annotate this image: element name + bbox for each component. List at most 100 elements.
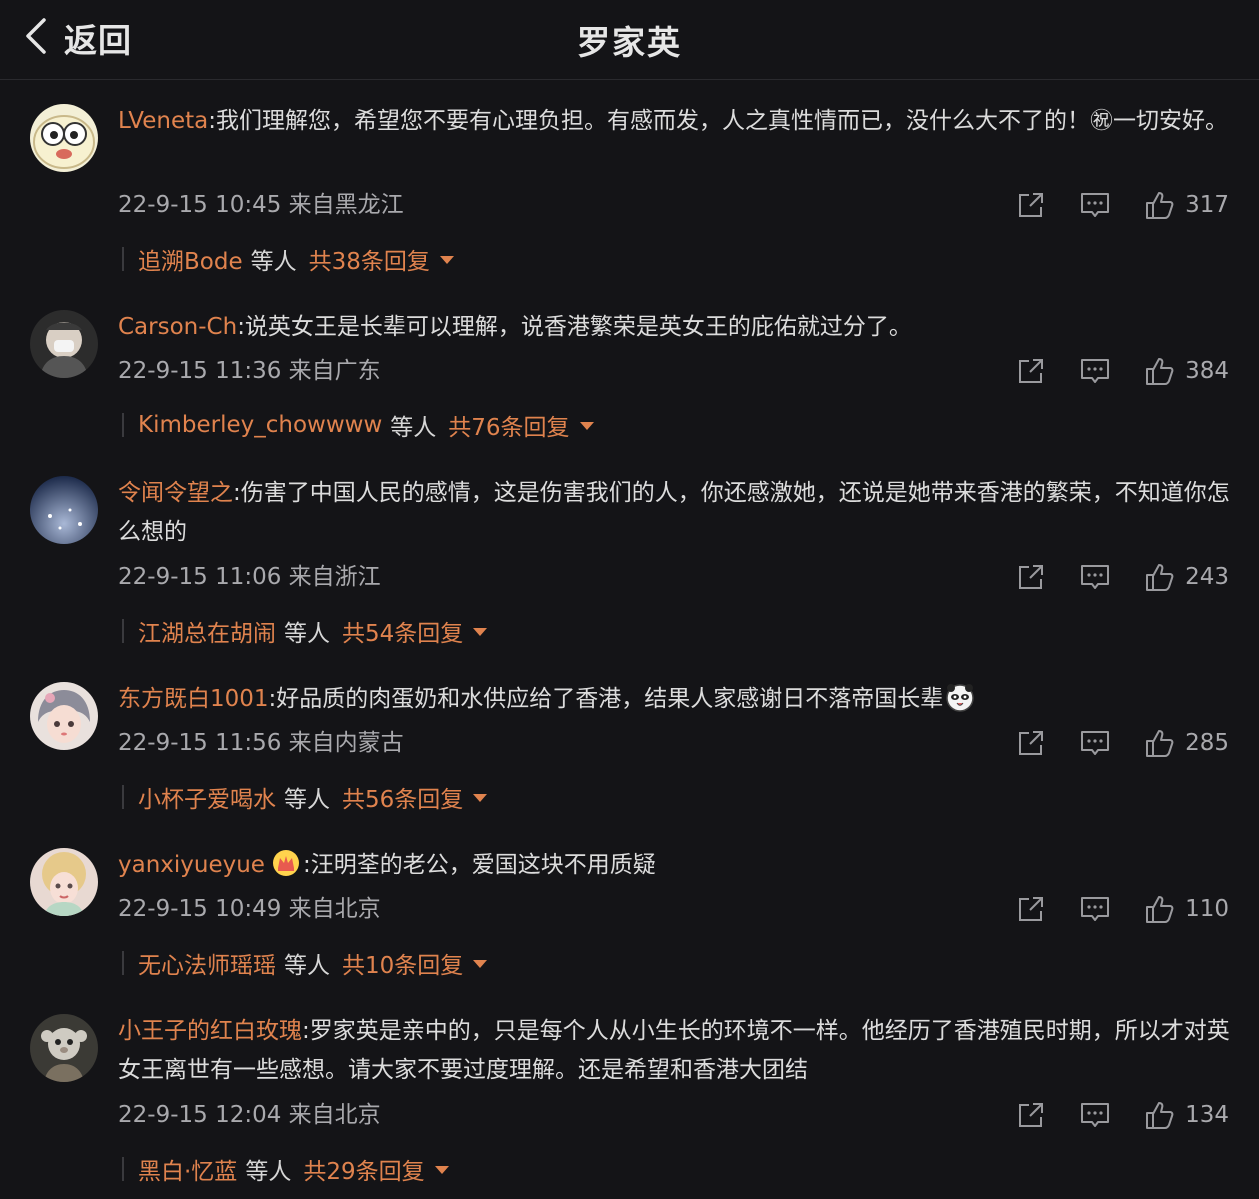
divider — [122, 785, 124, 809]
comment-meta: 22-9-15 11:36 来自广东 — [118, 356, 381, 386]
comment-time: 22-9-15 12:04 — [118, 1102, 282, 1128]
comment-meta: 22-9-15 10:49 来自北京 — [118, 894, 381, 924]
comment-text: LVeneta:我们理解您，希望您不要有心理负担。有感而发，人之真性情而已，没什… — [118, 102, 1233, 141]
share-icon[interactable] — [1015, 561, 1047, 593]
share-icon[interactable] — [1015, 727, 1047, 759]
comment-username[interactable]: 小王子的红白玫瑰 — [118, 1018, 302, 1044]
avatar[interactable] — [30, 682, 98, 750]
divider — [122, 413, 124, 437]
thumbs-up-icon[interactable] — [1143, 1099, 1175, 1131]
reply-count-link[interactable]: 共76条回复 — [448, 408, 569, 442]
reply-username[interactable]: 黑白·忆蓝 — [138, 1152, 237, 1186]
comment-icon[interactable] — [1079, 893, 1111, 925]
comment-text: 东方既白1001:好品质的肉蛋奶和水供应给了香港，结果人家感谢日不落帝国长辈 — [118, 680, 1233, 719]
reply-count-link[interactable]: 共56条回复 — [342, 780, 463, 814]
reply-summary[interactable]: 追溯Bode 等人 共38条回复 — [122, 242, 454, 276]
like-count: 134 — [1185, 1102, 1229, 1128]
avatar[interactable] — [30, 1014, 98, 1082]
share-icon[interactable] — [1015, 355, 1047, 387]
reply-username[interactable]: 无心法师瑶瑶 — [138, 946, 276, 980]
caret-down-icon[interactable] — [473, 960, 488, 968]
reply-username[interactable]: 江湖总在胡闹 — [138, 614, 276, 648]
comment-username[interactable]: Carson-Ch — [118, 314, 237, 340]
comment-actions: 285 — [1015, 726, 1229, 760]
thumbs-up-icon[interactable] — [1143, 561, 1175, 593]
comment-username[interactable]: 令闻令望之 — [118, 480, 233, 506]
caret-down-icon[interactable] — [434, 1166, 449, 1174]
comment-actions: 384 — [1015, 354, 1229, 388]
comment-icon[interactable] — [1079, 727, 1111, 759]
comment-body: :说英女王是长辈可以理解，说香港繁荣是英女王的庇佑就过分了。 — [237, 314, 912, 340]
avatar[interactable] — [30, 104, 98, 172]
comment-username[interactable]: 东方既白1001 — [118, 686, 269, 712]
comment-text: Carson-Ch:说英女王是长辈可以理解，说香港繁荣是英女王的庇佑就过分了。 — [118, 308, 1233, 347]
comment-time: 22-9-15 11:56 — [118, 730, 282, 756]
thumbs-up-icon[interactable] — [1143, 189, 1175, 221]
panda-emoji-icon — [945, 682, 975, 712]
comment-body: :汪明荃的老公，爱国这块不用质疑 — [302, 852, 656, 878]
like-count: 285 — [1185, 730, 1229, 756]
comment-meta: 22-9-15 11:56 来自内蒙古 — [118, 728, 404, 758]
caret-down-icon[interactable] — [439, 256, 454, 264]
comment-icon[interactable] — [1079, 355, 1111, 387]
comment-username[interactable]: yanxiyueyue — [118, 852, 265, 878]
reply-count-link[interactable]: 共54条回复 — [342, 614, 463, 648]
comment-location: 来自黑龙江 — [288, 192, 404, 218]
like-count: 317 — [1185, 192, 1229, 218]
crown-badge-icon[interactable] — [271, 848, 301, 878]
comment-body: :好品质的肉蛋奶和水供应给了香港，结果人家感谢日不落帝国长辈 — [268, 686, 944, 712]
comment-time: 22-9-15 11:36 — [118, 358, 282, 384]
comment-username[interactable]: LVeneta — [118, 108, 208, 134]
reply-summary[interactable]: Kimberley_chowwww 等人 共76条回复 — [122, 408, 594, 442]
comment-actions: 110 — [1015, 892, 1229, 926]
reply-etc: 等人 — [284, 953, 330, 979]
reply-count-link[interactable]: 共29条回复 — [303, 1152, 424, 1186]
comment-time: 22-9-15 11:06 — [118, 564, 282, 590]
caret-down-icon[interactable] — [473, 628, 488, 636]
comment-location: 来自内蒙古 — [288, 730, 404, 756]
reply-count-link[interactable]: 共38条回复 — [309, 242, 430, 276]
comment-icon[interactable] — [1079, 189, 1111, 221]
comment-location: 来自浙江 — [288, 564, 381, 590]
reply-username[interactable]: 追溯Bode — [138, 242, 243, 276]
thumbs-up-icon[interactable] — [1143, 355, 1175, 387]
top-bar: 返回 罗家英 — [0, 0, 1259, 80]
avatar[interactable] — [30, 848, 98, 916]
comment-actions: 134 — [1015, 1098, 1229, 1132]
comment-meta: 22-9-15 11:06 来自浙江 — [118, 562, 381, 592]
divider — [122, 619, 124, 643]
share-icon[interactable] — [1015, 189, 1047, 221]
reply-etc: 等人 — [390, 415, 437, 441]
avatar[interactable] — [30, 310, 98, 378]
caret-down-icon[interactable] — [579, 422, 594, 430]
share-icon[interactable] — [1015, 1099, 1047, 1131]
comment-actions: 317 — [1015, 188, 1229, 222]
comment-icon[interactable] — [1079, 561, 1111, 593]
thumbs-up-icon[interactable] — [1143, 727, 1175, 759]
comment-icon[interactable] — [1079, 1099, 1111, 1131]
caret-down-icon[interactable] — [473, 794, 488, 802]
reply-etc: 等人 — [284, 787, 330, 813]
reply-summary[interactable]: 江湖总在胡闹 等人 共54条回复 — [122, 614, 488, 648]
reply-count-link[interactable]: 共10条回复 — [342, 946, 463, 980]
reply-username[interactable]: 小杯子爱喝水 — [138, 780, 276, 814]
divider — [122, 1157, 124, 1181]
reply-summary[interactable]: 无心法师瑶瑶 等人 共10条回复 — [122, 946, 488, 980]
comment-location: 来自广东 — [288, 358, 381, 384]
divider — [122, 951, 124, 975]
comment-text: 令闻令望之:伤害了中国人民的感情，这是伤害我们的人，你还感激她，还说是她带来香港… — [118, 474, 1233, 552]
thumbs-up-icon[interactable] — [1143, 893, 1175, 925]
share-icon[interactable] — [1015, 893, 1047, 925]
comment-text: 小王子的红白玫瑰:罗家英是亲中的，只是每个人从小生长的环境不一样。他经历了香港殖… — [118, 1012, 1233, 1090]
comment-time: 22-9-15 10:49 — [118, 896, 282, 922]
like-count: 243 — [1185, 564, 1229, 590]
reply-summary[interactable]: 小杯子爱喝水 等人 共56条回复 — [122, 780, 488, 814]
like-count: 110 — [1185, 896, 1229, 922]
avatar[interactable] — [30, 476, 98, 544]
reply-summary[interactable]: 黑白·忆蓝 等人 共29条回复 — [122, 1152, 449, 1186]
comment-body: :伤害了中国人民的感情，这是伤害我们的人，你还感激她，还说是她带来香港的繁荣，不… — [118, 480, 1230, 545]
reply-etc: 等人 — [245, 1159, 292, 1185]
reply-username[interactable]: Kimberley_chowwww — [138, 412, 382, 438]
divider — [122, 247, 124, 271]
reply-etc: 等人 — [284, 621, 330, 647]
